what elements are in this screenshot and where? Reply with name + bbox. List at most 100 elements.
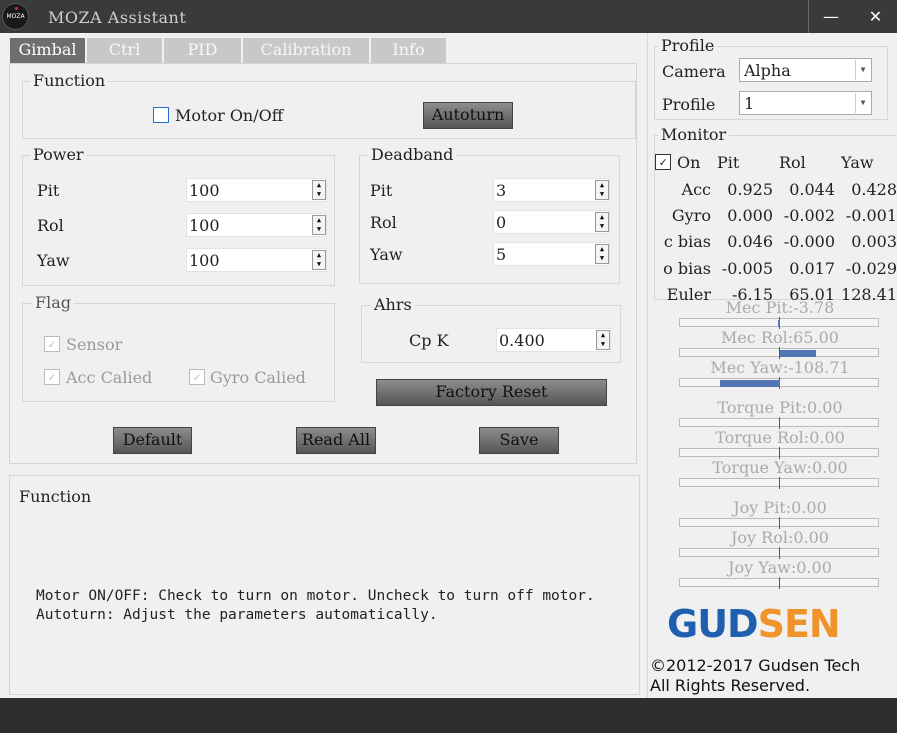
- gauge-track: [679, 577, 879, 589]
- camera-select[interactable]: Alpha ▼: [739, 58, 872, 82]
- help-panel: [9, 475, 640, 695]
- gauge-track: [679, 317, 879, 329]
- status-bar: [0, 698, 897, 733]
- monitor-on-checkbox[interactable]: ✓: [655, 154, 671, 170]
- spin-arrows-icon: ▲ ▼: [312, 215, 326, 235]
- monitor-row-label: Gyro: [671, 206, 711, 225]
- spin-arrows-icon: ▲ ▼: [595, 180, 609, 200]
- gauge-track: [679, 377, 879, 389]
- power-rol-spinbox[interactable]: 100 ▲ ▼: [186, 213, 327, 237]
- monitor-row-label: c bias: [663, 232, 711, 251]
- monitor-header-rol: Rol: [779, 153, 806, 172]
- monitor-value-rol: 0.044: [789, 180, 835, 199]
- sensor-label: Sensor: [66, 335, 123, 354]
- function-group: [22, 81, 636, 139]
- default-button[interactable]: Default: [113, 427, 192, 454]
- chevron-down-icon: ▼: [855, 60, 870, 80]
- tab-info[interactable]: Info: [371, 38, 448, 63]
- tab-gimbal[interactable]: Gimbal: [10, 38, 87, 63]
- gyro-calied-label: Gyro Calied: [210, 368, 306, 387]
- power-rol-label: Rol: [37, 216, 64, 235]
- gauge-label: Torque Pit:0.00: [717, 398, 843, 417]
- gauge-label: Joy Rol:0.00: [731, 528, 829, 547]
- save-button[interactable]: Save: [479, 427, 559, 454]
- gauge-label: Torque Rol:0.00: [715, 428, 845, 447]
- spin-arrows-icon: ▲ ▼: [595, 244, 609, 264]
- monitor-value-rol: 0.017: [789, 259, 835, 278]
- profile-label: Profile: [662, 95, 716, 114]
- profile-select[interactable]: 1 ▼: [739, 91, 872, 115]
- tab-ctrl[interactable]: Ctrl: [87, 38, 164, 63]
- tab-calibration[interactable]: Calibration: [243, 38, 371, 63]
- factory-reset-button[interactable]: Factory Reset: [376, 379, 607, 406]
- minimize-button[interactable]: —: [808, 0, 853, 33]
- gauge-fill: [719, 380, 780, 387]
- camera-label: Camera: [662, 62, 726, 81]
- power-pit-spinbox[interactable]: 100 ▲ ▼: [186, 178, 327, 202]
- spin-arrows-icon: ▲ ▼: [595, 212, 609, 232]
- sensor-checkbox: ✓: [44, 336, 60, 352]
- chevron-down-icon: ▼: [855, 93, 870, 113]
- power-yaw-spinbox[interactable]: 100 ▲ ▼: [186, 248, 327, 272]
- rights-text: All Rights Reserved.: [650, 676, 811, 695]
- autoturn-button[interactable]: Autoturn: [423, 102, 513, 129]
- gauge-track: [679, 447, 879, 459]
- gudsen-logo: GUDSEN: [667, 602, 841, 646]
- gauge-fill: [780, 350, 817, 357]
- monitor-value-yaw: -0.029: [845, 259, 897, 278]
- deadband-group-title: Deadband: [368, 145, 457, 164]
- deadband-rol-spinbox[interactable]: 0 ▲ ▼: [493, 210, 610, 234]
- gauge-label: Joy Pit:0.00: [733, 498, 827, 517]
- gyro-calied-checkbox: ✓: [189, 369, 205, 385]
- gauge-label: Mec Rol:65.00: [721, 328, 839, 347]
- deadband-rol-label: Rol: [370, 213, 397, 232]
- help-text: Motor ON/OFF: Check to turn on motor. Un…: [36, 588, 595, 623]
- gauge-label: Mec Yaw:-108.71: [710, 358, 850, 377]
- read-all-button[interactable]: Read All: [296, 427, 376, 454]
- spin-arrows-icon: ▲ ▼: [312, 250, 326, 270]
- ahrs-group-title: Ahrs: [371, 295, 415, 314]
- monitor-header-pit: Pit: [717, 153, 740, 172]
- monitor-value-pit: 0.925: [727, 180, 773, 199]
- deadband-pit-label: Pit: [370, 181, 393, 200]
- gauge-label: Mec Pit:-3.78: [725, 298, 835, 317]
- cpk-spinbox[interactable]: 0.400 ▲ ▼: [496, 328, 611, 352]
- window-title: MOZA Assistant: [48, 8, 187, 27]
- monitor-value-yaw: 0.003: [851, 232, 897, 251]
- power-group-title: Power: [30, 145, 87, 164]
- monitor-value-pit: 0.046: [727, 232, 773, 251]
- gauge-track: [679, 347, 879, 359]
- cpk-label: Cp K: [409, 331, 449, 350]
- monitor-on-label: On: [677, 153, 701, 172]
- power-pit-label: Pit: [37, 181, 60, 200]
- copyright-text: ©2012-2017 Gudsen Tech: [650, 656, 861, 675]
- spin-arrows-icon: ▲ ▼: [312, 180, 326, 200]
- gauge-track: [679, 417, 879, 429]
- monitor-value-rol: -0.002: [783, 206, 835, 225]
- profile-group-title: Profile: [658, 36, 718, 55]
- motor-checkbox[interactable]: [153, 107, 169, 123]
- monitor-value-pit: 0.000: [727, 206, 773, 225]
- tab-pid[interactable]: PID: [164, 38, 243, 63]
- monitor-row-label: o bias: [663, 259, 711, 278]
- deadband-yaw-spinbox[interactable]: 5 ▲ ▼: [493, 242, 610, 266]
- power-yaw-label: Yaw: [37, 251, 70, 270]
- deadband-pit-spinbox[interactable]: 3 ▲ ▼: [493, 178, 610, 202]
- function-group-title: Function: [30, 71, 109, 90]
- gauge-track: [679, 517, 879, 529]
- gauge-label: Torque Yaw:0.00: [712, 458, 848, 477]
- monitor-value-yaw: -0.001: [845, 206, 897, 225]
- monitor-value-yaw: 0.428: [851, 180, 897, 199]
- gauge-track: [679, 547, 879, 559]
- monitor-value-rol: -0.000: [783, 232, 835, 251]
- motor-label: Motor On/Off: [175, 106, 284, 125]
- acc-calied-checkbox: ✓: [44, 369, 60, 385]
- monitor-header-yaw: Yaw: [841, 153, 874, 172]
- deadband-yaw-label: Yaw: [370, 245, 403, 264]
- close-button[interactable]: ✕: [853, 0, 897, 33]
- spin-arrows-icon: ▲ ▼: [596, 330, 610, 350]
- gauge-track: [679, 477, 879, 489]
- gauge-fill: [777, 320, 780, 327]
- moza-logo-icon: MOZA: [2, 3, 29, 30]
- flag-group-title: Flag: [32, 293, 74, 312]
